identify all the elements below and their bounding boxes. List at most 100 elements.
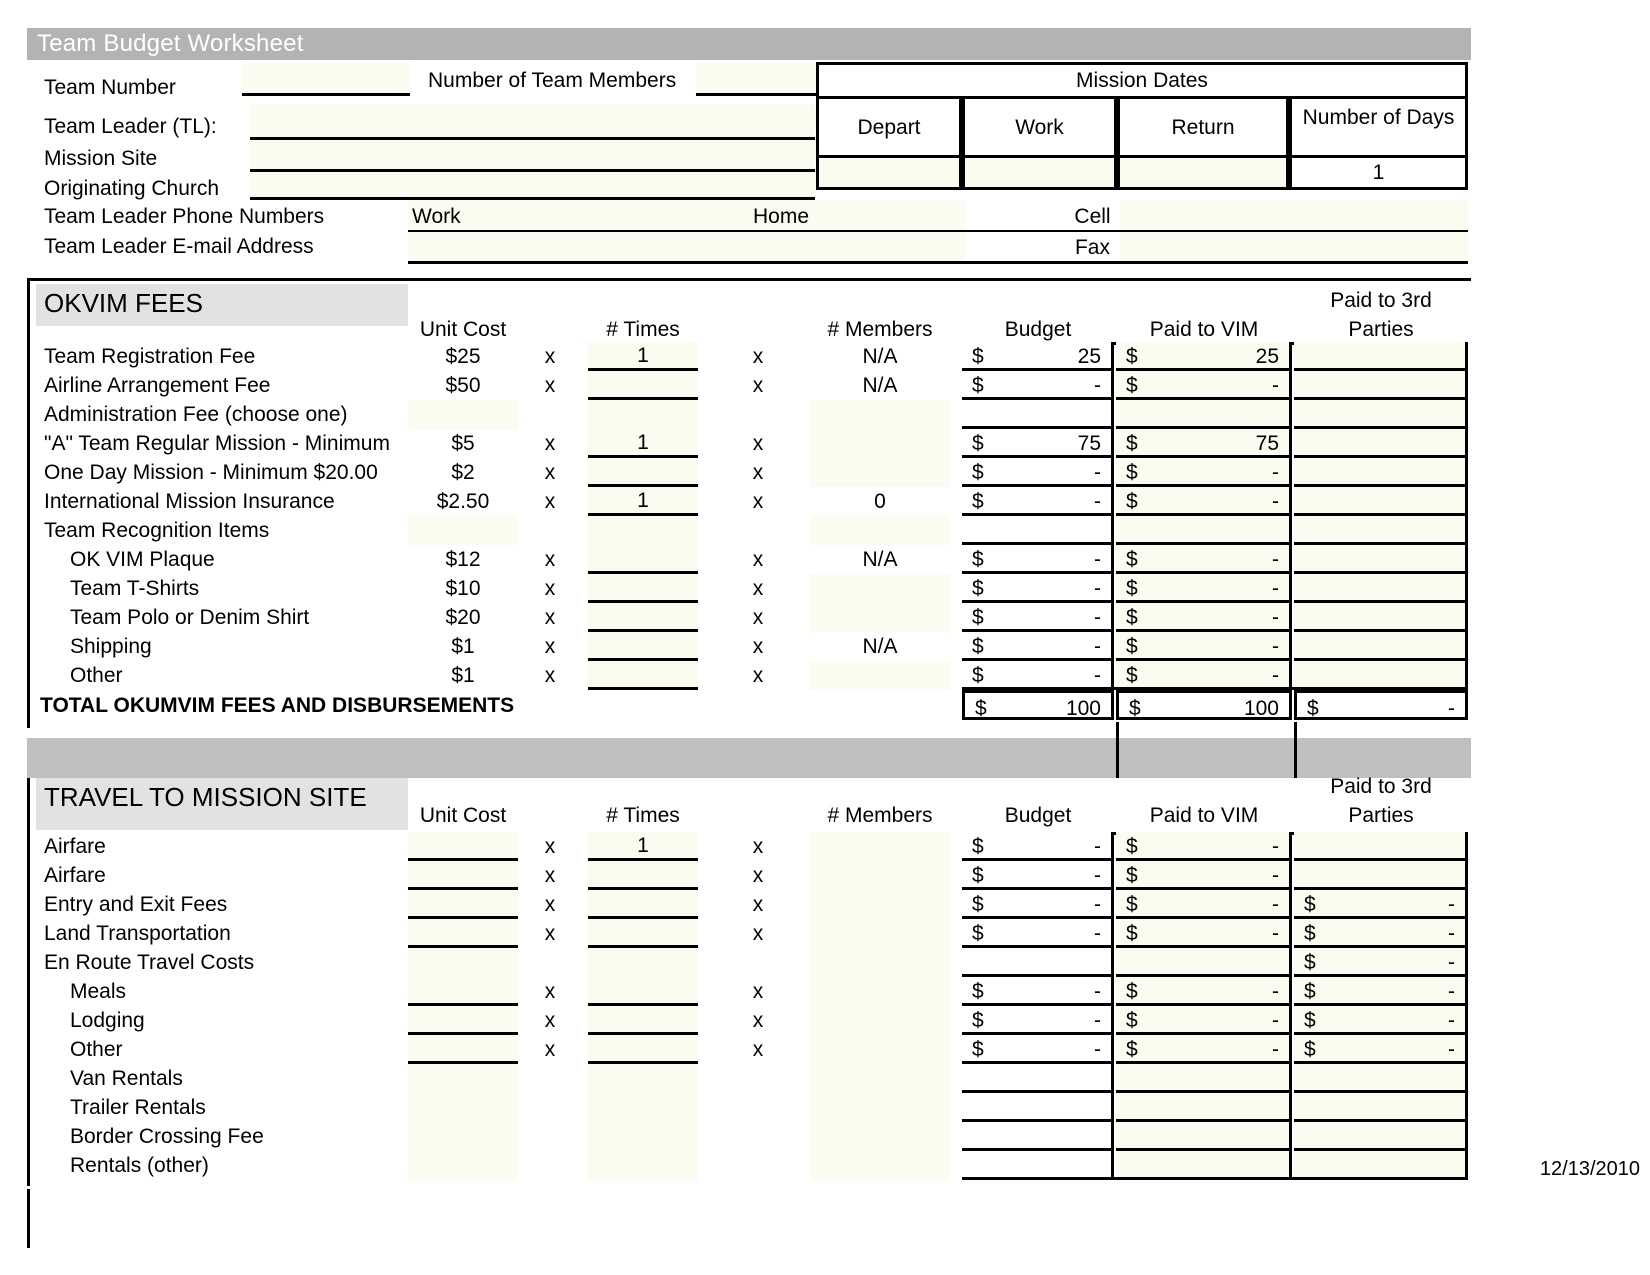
budget-value[interactable]: - (993, 632, 1111, 658)
members-input[interactable] (810, 832, 950, 861)
budget-value[interactable] (993, 1151, 1111, 1177)
unit-cost-input[interactable] (408, 977, 518, 1006)
paid-to-vim-value[interactable] (1147, 1093, 1289, 1119)
budget-value[interactable]: - (993, 832, 1111, 858)
paid-to-vim-value[interactable] (1147, 400, 1289, 426)
paid-3rd-value[interactable] (1325, 861, 1465, 887)
members-input[interactable] (810, 977, 950, 1006)
times-input[interactable] (588, 371, 698, 400)
paid-3rd-value[interactable]: - (1325, 977, 1465, 1003)
paid-to-vim-value[interactable]: - (1147, 1035, 1289, 1061)
times-input[interactable] (588, 861, 698, 890)
unit-cost-input[interactable] (408, 919, 518, 948)
cell-phone-input[interactable] (1120, 200, 1468, 232)
budget-value[interactable]: - (993, 371, 1111, 397)
paid-to-vim-value[interactable]: - (1147, 832, 1289, 858)
members-input[interactable] (810, 661, 950, 690)
members-input[interactable] (810, 574, 950, 603)
home-phone-input[interactable] (861, 200, 965, 232)
budget-value[interactable] (993, 1064, 1111, 1090)
paid-to-vim-value[interactable] (1147, 1122, 1289, 1148)
paid-to-vim-value[interactable]: - (1147, 487, 1289, 513)
paid-3rd-value[interactable] (1325, 1151, 1465, 1177)
paid-to-vim-value[interactable]: - (1147, 661, 1289, 687)
paid-3rd-value[interactable] (1325, 661, 1465, 687)
paid-to-vim-value[interactable]: - (1147, 977, 1289, 1003)
paid-to-vim-value[interactable]: - (1147, 574, 1289, 600)
paid-3rd-value[interactable] (1325, 371, 1465, 397)
members-input[interactable] (810, 890, 950, 919)
times-input[interactable] (588, 890, 698, 919)
times-input[interactable]: 1 (588, 342, 698, 371)
budget-value[interactable]: - (993, 545, 1111, 571)
times-input[interactable] (588, 919, 698, 948)
paid-3rd-value[interactable] (1325, 632, 1465, 658)
members-input[interactable] (810, 516, 950, 545)
budget-value[interactable] (993, 948, 1111, 974)
times-input[interactable]: 1 (588, 832, 698, 861)
paid-3rd-value[interactable] (1325, 400, 1465, 426)
paid-to-vim-value[interactable]: - (1147, 458, 1289, 484)
times-input[interactable] (588, 977, 698, 1006)
budget-value[interactable]: - (993, 487, 1111, 513)
team-number-input[interactable] (242, 62, 410, 96)
paid-to-vim-value[interactable] (1147, 948, 1289, 974)
budget-value[interactable]: - (993, 603, 1111, 629)
unit-cost-input[interactable] (408, 832, 518, 861)
team-leader-input[interactable] (250, 104, 815, 140)
budget-value[interactable] (993, 1122, 1111, 1148)
budget-value[interactable] (993, 1093, 1111, 1119)
members-input[interactable] (810, 1006, 950, 1035)
members-input[interactable] (810, 458, 950, 487)
paid-to-vim-value[interactable] (1147, 516, 1289, 542)
paid-to-vim-value[interactable] (1147, 1064, 1289, 1090)
paid-to-vim-value[interactable]: - (1147, 890, 1289, 916)
originating-church-input[interactable] (250, 172, 815, 200)
return-input[interactable] (1117, 158, 1289, 190)
times-input[interactable]: 1 (588, 487, 698, 516)
times-input[interactable] (588, 458, 698, 487)
unit-cost-input[interactable] (408, 861, 518, 890)
paid-3rd-value[interactable] (1325, 487, 1465, 513)
unit-cost-input[interactable] (408, 1006, 518, 1035)
unit-cost-input[interactable] (408, 890, 518, 919)
paid-3rd-value[interactable] (1325, 574, 1465, 600)
budget-value[interactable] (993, 516, 1111, 542)
fax-input[interactable] (1120, 232, 1468, 262)
paid-to-vim-value[interactable]: - (1147, 1006, 1289, 1032)
budget-value[interactable]: - (993, 661, 1111, 687)
paid-3rd-value[interactable] (1325, 1093, 1465, 1119)
budget-value[interactable]: - (993, 890, 1111, 916)
members-input[interactable] (810, 1035, 950, 1064)
paid-to-vim-value[interactable]: - (1147, 545, 1289, 571)
budget-value[interactable]: 75 (993, 429, 1111, 455)
num-members-input[interactable] (696, 62, 816, 96)
work-phone-input[interactable] (516, 200, 701, 232)
paid-3rd-value[interactable]: - (1325, 919, 1465, 945)
budget-value[interactable]: - (993, 574, 1111, 600)
paid-3rd-value[interactable]: - (1325, 890, 1465, 916)
paid-3rd-value[interactable] (1325, 1122, 1465, 1148)
times-input[interactable] (588, 603, 698, 632)
unit-cost-input[interactable] (408, 1035, 518, 1064)
email-input[interactable] (408, 232, 965, 262)
paid-3rd-value[interactable] (1325, 832, 1465, 858)
paid-3rd-value[interactable]: - (1325, 1006, 1465, 1032)
times-input[interactable] (588, 1006, 698, 1035)
members-input[interactable] (810, 429, 950, 458)
members-input[interactable] (810, 948, 950, 977)
paid-3rd-value[interactable]: - (1325, 1035, 1465, 1061)
work-input[interactable] (962, 158, 1117, 190)
budget-value[interactable]: - (993, 861, 1111, 887)
members-input[interactable] (810, 1122, 950, 1151)
members-input[interactable] (810, 861, 950, 890)
budget-value[interactable]: - (993, 977, 1111, 1003)
times-input[interactable] (588, 661, 698, 690)
budget-value[interactable] (993, 400, 1111, 426)
paid-3rd-value[interactable] (1325, 545, 1465, 571)
times-input[interactable] (588, 545, 698, 574)
paid-to-vim-value[interactable]: 25 (1147, 342, 1289, 368)
paid-to-vim-value[interactable]: - (1147, 603, 1289, 629)
members-input[interactable] (810, 919, 950, 948)
paid-3rd-value[interactable] (1325, 458, 1465, 484)
